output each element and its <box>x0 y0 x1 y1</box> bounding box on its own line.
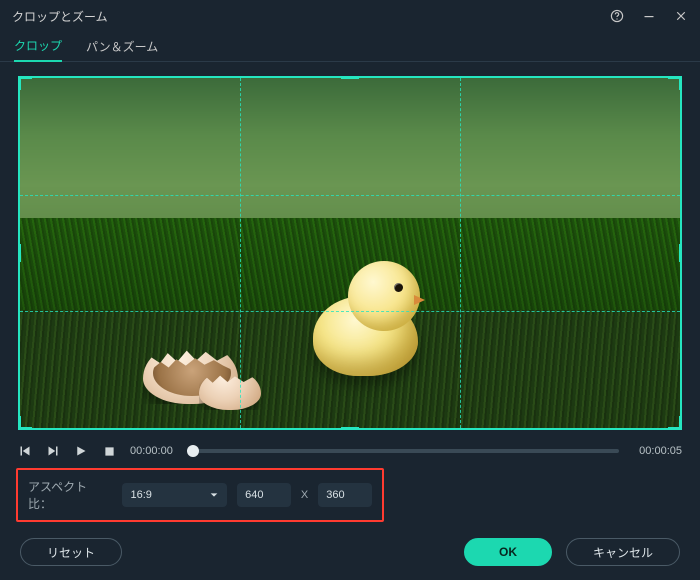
window-title: クロップとズーム <box>12 8 108 25</box>
crop-handle-tr[interactable] <box>668 76 682 90</box>
window-controls <box>610 9 688 23</box>
crop-handle-bottom[interactable] <box>341 427 359 430</box>
preview-canvas[interactable] <box>18 76 682 430</box>
timeline[interactable] <box>193 449 619 453</box>
crop-handle-tl[interactable] <box>18 76 32 90</box>
prev-frame-icon[interactable] <box>18 444 32 458</box>
time-duration: 00:00:05 <box>639 445 682 457</box>
chevron-down-icon <box>209 490 219 500</box>
crop-handle-bl[interactable] <box>18 416 32 430</box>
preview-image <box>18 76 682 430</box>
preview-area <box>0 62 700 438</box>
width-input[interactable]: 640 <box>237 483 291 507</box>
crop-handle-right[interactable] <box>679 244 682 262</box>
tab-panzoom[interactable]: パン＆ズーム <box>86 38 158 61</box>
help-icon[interactable] <box>610 9 624 23</box>
titlebar: クロップとズーム <box>0 0 700 32</box>
footer: リセット OK キャンセル <box>0 522 700 580</box>
play-icon[interactable] <box>74 444 88 458</box>
stop-icon[interactable] <box>102 444 116 458</box>
next-frame-icon[interactable] <box>46 444 60 458</box>
close-icon[interactable] <box>674 9 688 23</box>
cancel-button[interactable]: キャンセル <box>566 538 680 566</box>
aspect-ratio-value: 16:9 <box>130 489 151 501</box>
reset-button[interactable]: リセット <box>20 538 122 566</box>
playbar: 00:00:00 00:00:05 <box>0 438 700 462</box>
height-value: 360 <box>326 489 344 501</box>
crop-handle-left[interactable] <box>18 244 21 262</box>
aspect-ratio-row: アスペクト比： 16:9 640 X 360 <box>16 468 384 522</box>
width-value: 640 <box>245 489 263 501</box>
aspect-ratio-select[interactable]: 16:9 <box>122 483 227 507</box>
aspect-label: アスペクト比： <box>28 478 106 512</box>
dimension-x: X <box>301 489 308 501</box>
time-current: 00:00:00 <box>130 445 173 457</box>
tabbar: クロップ パン＆ズーム <box>0 32 700 62</box>
minimize-icon[interactable] <box>642 9 656 23</box>
crop-handle-top[interactable] <box>341 76 359 79</box>
tab-crop[interactable]: クロップ <box>14 37 62 62</box>
playhead[interactable] <box>187 445 199 457</box>
ok-button[interactable]: OK <box>464 538 552 566</box>
crop-handle-br[interactable] <box>668 416 682 430</box>
height-input[interactable]: 360 <box>318 483 372 507</box>
